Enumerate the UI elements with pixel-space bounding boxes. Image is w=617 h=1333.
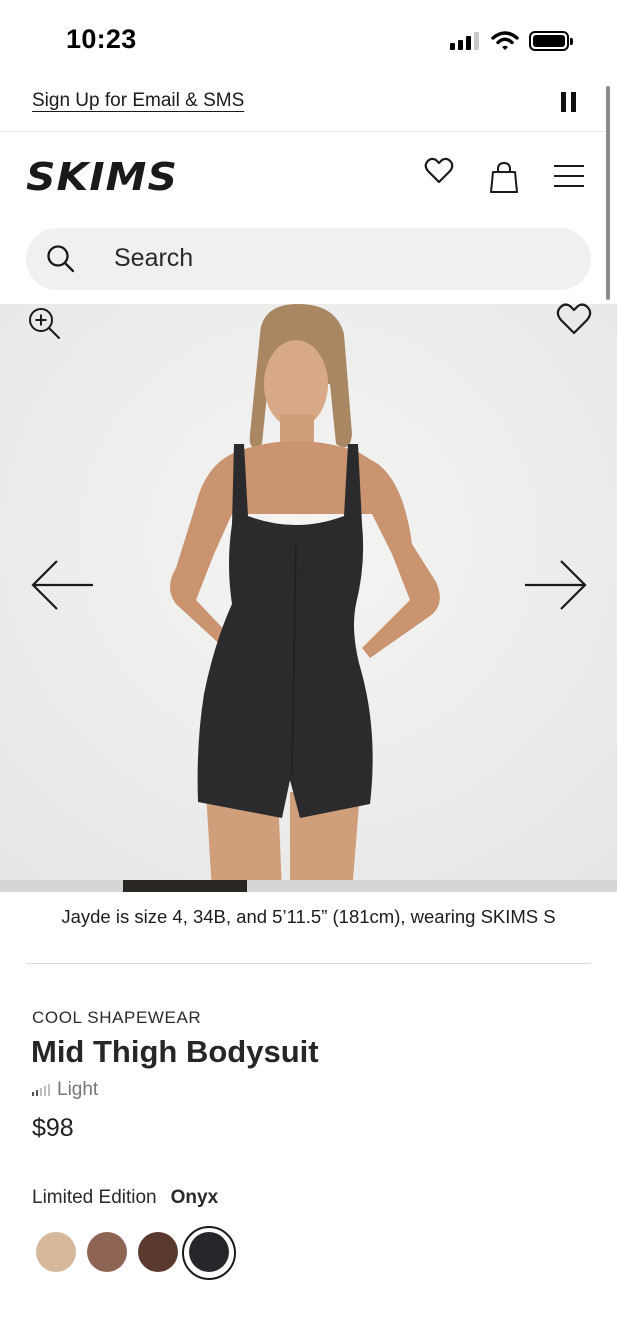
- model-size-caption: Jayde is size 4, 34B, and 5’11.5” (181cm…: [61, 906, 556, 927]
- color-swatches: [36, 1226, 256, 1280]
- status-time: 10:23: [66, 24, 137, 54]
- status-bar: 10:23: [0, 0, 617, 80]
- promo-bar: Sign Up for Email & SMS: [0, 82, 606, 132]
- battery-icon: [529, 31, 573, 51]
- color-swatch-onyx[interactable]: [189, 1232, 229, 1272]
- search-input[interactable]: Search: [26, 228, 591, 290]
- previous-image-arrow-icon[interactable]: [30, 558, 96, 612]
- compression-bar: [40, 1088, 42, 1096]
- compression-label: Light: [57, 1079, 99, 1100]
- product-title: Mid Thigh Bodysuit: [31, 1034, 319, 1069]
- compression-bar: [44, 1086, 46, 1096]
- favorite-heart-icon[interactable]: [556, 302, 592, 336]
- signup-email-sms-link[interactable]: Sign Up for Email & SMS: [32, 90, 244, 112]
- product-category: COOL SHAPEWEAR: [32, 1008, 202, 1027]
- gallery-progress-bar: [0, 880, 617, 892]
- compression-bars-icon: [32, 1084, 50, 1096]
- status-icons: [450, 28, 573, 54]
- wishlist-heart-icon[interactable]: [424, 156, 454, 186]
- cellular-signal-icon: [450, 32, 479, 50]
- compression-bar: [36, 1090, 38, 1096]
- brand-logo-text: SKIMS: [26, 155, 178, 199]
- menu-hamburger-icon[interactable]: [553, 164, 585, 190]
- color-selector-label: Limited Edition Onyx: [32, 1187, 218, 1209]
- compression-bar: [48, 1084, 50, 1096]
- color-swatch-cocoa[interactable]: [87, 1232, 127, 1272]
- gallery-progress-indicator: [123, 880, 247, 892]
- promo-pause-button[interactable]: [560, 92, 578, 114]
- search-icon: [47, 245, 75, 273]
- color-edition-label: Limited Edition: [32, 1187, 157, 1208]
- next-image-arrow-icon[interactable]: [522, 558, 588, 612]
- search-placeholder: Search: [114, 244, 194, 272]
- zoom-in-icon[interactable]: [27, 306, 61, 340]
- color-swatch-sand[interactable]: [36, 1232, 76, 1272]
- skims-logo[interactable]: SKIMS: [24, 150, 184, 200]
- wifi-icon: [491, 31, 519, 50]
- compression-bar: [32, 1092, 34, 1096]
- divider: [26, 963, 591, 964]
- compression-level: Light: [32, 1079, 98, 1101]
- shopping-bag-icon[interactable]: [488, 160, 520, 194]
- scrollbar[interactable]: [606, 86, 610, 300]
- product-price: $98: [32, 1114, 74, 1142]
- color-swatch-espresso[interactable]: [138, 1232, 178, 1272]
- selected-color-name: Onyx: [170, 1187, 219, 1208]
